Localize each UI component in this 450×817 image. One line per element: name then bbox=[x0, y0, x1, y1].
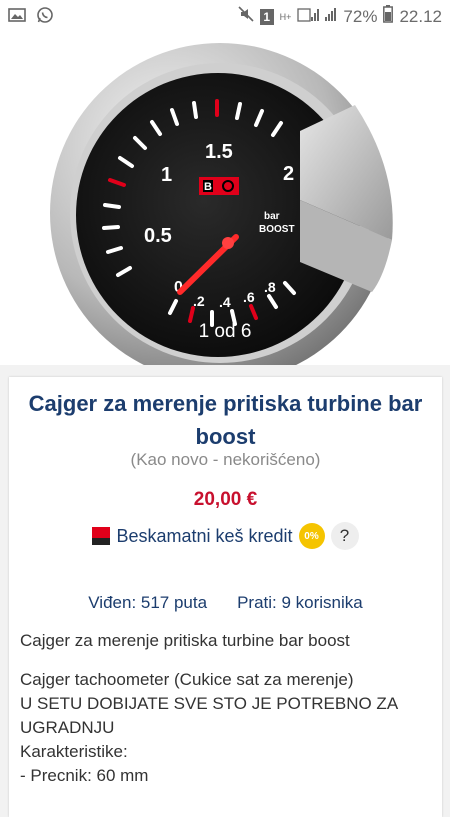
listing-description: Cajger za merenje pritiska turbine bar b… bbox=[20, 629, 430, 788]
description-line: Cajger za merenje pritiska turbine bar b… bbox=[20, 631, 350, 650]
listing-card: Cajger za merenje pritiska turbine bar b… bbox=[9, 377, 442, 817]
gauge-label-1: 1 bbox=[161, 164, 172, 186]
bank-logo-icon bbox=[92, 527, 111, 545]
network-type-label: H+ bbox=[279, 11, 292, 22]
battery-icon bbox=[383, 5, 394, 28]
description-line: U SETU DOBIJATE SVE STO JE POTREBNO ZA U… bbox=[20, 694, 398, 737]
battery-percent: 72% bbox=[343, 6, 378, 26]
help-button[interactable]: ? bbox=[330, 522, 359, 550]
listing-photo-gallery[interactable]: 0.5 1 1.5 2 0 .2 .4 .6 .8 B bar BOOST 1 … bbox=[0, 30, 450, 365]
zero-percent-badge: 0% bbox=[298, 523, 325, 549]
description-line: Karakteristike: bbox=[20, 742, 128, 761]
status-bar: 1 H+ 72% 22.12 bbox=[0, 0, 450, 30]
description-line: Cajger tachoometer (Cukice sat za merenj… bbox=[20, 670, 354, 689]
mute-icon bbox=[238, 6, 254, 27]
listing-condition: (Kao novo - nekorišćeno) bbox=[130, 450, 321, 469]
svg-text:B: B bbox=[204, 181, 212, 193]
gauge-unit-top: bar bbox=[264, 211, 280, 222]
gauge-unit-bottom: BOOST bbox=[259, 224, 295, 235]
gauge-label-2: 2 bbox=[283, 163, 294, 185]
gauge-needle-hub bbox=[222, 237, 234, 249]
description-block: Cajger tachoometer (Cukice sat za merenj… bbox=[20, 668, 430, 788]
listing-price: 20,00 € bbox=[193, 489, 258, 510]
description-line: - Precnik: 60 mm bbox=[20, 766, 149, 785]
listing-title: Cajger za merenje pritiska turbine bar b… bbox=[28, 391, 423, 449]
credit-offer[interactable]: Beskamatni keš kredit 0% ? bbox=[9, 522, 442, 550]
gauge-label-15: 1.5 bbox=[205, 141, 233, 163]
gauge-label-08: .8 bbox=[264, 279, 276, 295]
gauge-label-04: .4 bbox=[219, 294, 231, 310]
gallery-icon bbox=[8, 7, 26, 28]
gauge-photo: 0.5 1 1.5 2 0 .2 .4 .6 .8 B bar BOOST bbox=[50, 43, 393, 365]
clock: 22.12 bbox=[399, 6, 442, 26]
gauge-label-05: 0.5 bbox=[144, 225, 172, 247]
credit-label[interactable]: Beskamatni keš kredit bbox=[116, 526, 292, 547]
watermark-line-2: prodajem bbox=[338, 346, 388, 358]
followers-count: Prati: 9 korisnika bbox=[237, 593, 363, 612]
gauge-label-02: .2 bbox=[193, 293, 205, 309]
watermark: kupujem prodajem bbox=[338, 336, 388, 358]
whatsapp-icon bbox=[36, 6, 54, 29]
listing-stats: Viđen: 517 puta Prati: 9 korisnika bbox=[9, 593, 442, 613]
views-count: Viđen: 517 puta bbox=[88, 593, 208, 612]
notification-count-icon: 1 bbox=[259, 8, 274, 25]
signal-bars-icon bbox=[325, 6, 337, 27]
signal-icon bbox=[297, 6, 320, 27]
gauge-label-06: .6 bbox=[243, 289, 255, 305]
